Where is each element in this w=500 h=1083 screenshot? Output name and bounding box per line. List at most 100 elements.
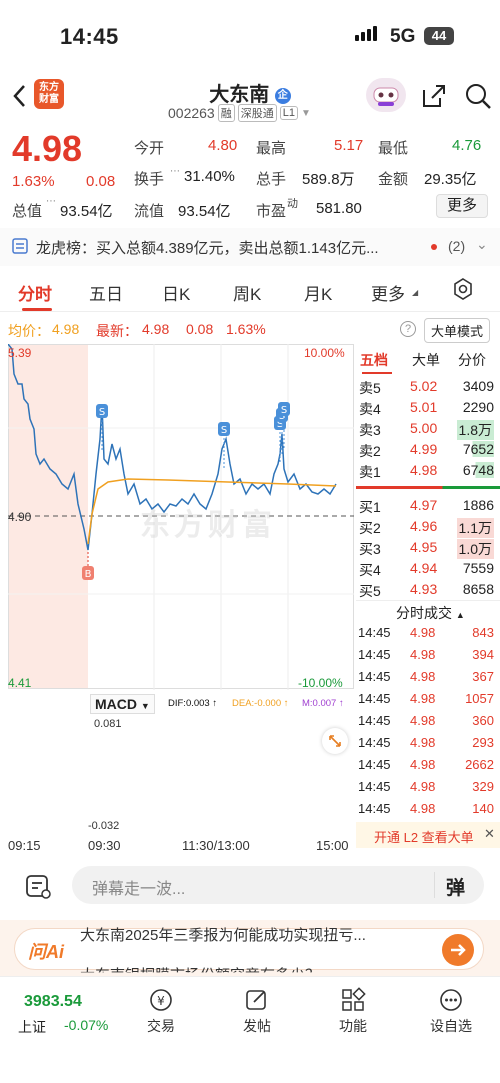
open-value: 4.80 (208, 137, 238, 154)
time-tick-close: 15:00 (316, 838, 349, 853)
nav-trade[interactable]: ¥ 交易 (126, 987, 196, 1036)
high-label: 最高 (256, 140, 287, 157)
big-order-mode-button[interactable]: 大单模式 (424, 318, 491, 343)
ask-ai-label[interactable]: 问Ai (28, 938, 64, 964)
ask-row[interactable]: 卖4 5.01 2290 (356, 397, 500, 418)
bid-row[interactable]: 买1 4.97 1886 (356, 495, 500, 516)
ai-news-bar[interactable]: 问Ai 大东南2025年三季报为何能成功实现扭亏... 大东南银桐膜市场份额究竟… (0, 920, 500, 976)
tab-daily-k[interactable]: 日K (162, 280, 190, 305)
trades-title[interactable]: 分时成交 ▲ (396, 603, 465, 623)
connect-tag: 深股通 (237, 104, 277, 122)
network-label: 5G (390, 26, 416, 47)
ask-row[interactable]: 卖1 4.98 6748 (356, 460, 500, 481)
y-axis-bottom: 4.41 (8, 676, 32, 690)
expand-icon[interactable] (322, 728, 348, 754)
index-name: 上证 (18, 1019, 46, 1035)
ask-row[interactable]: 卖2 4.99 7652 (356, 439, 500, 460)
help-icon[interactable]: ? (400, 321, 416, 337)
trade-row: 14:45 4.98 1057 (358, 691, 494, 706)
y-axis-mid: 4.90 (8, 510, 32, 524)
latest-label: 最新： (96, 323, 138, 339)
tab-weekly-k[interactable]: 周K (233, 280, 261, 305)
tab-five-day[interactable]: 五日 (89, 280, 123, 305)
macd-dea: DEA:-0.000 ↑ (232, 698, 289, 709)
dragon-tiger-bar[interactable]: 龙虎榜：买入总额4.389亿元，卖出总额1.143亿元... (2) ⌄ (0, 228, 500, 266)
float-label: 流值 (134, 203, 165, 220)
signal-icon (355, 26, 377, 41)
ask-row[interactable]: 卖3 5.00 1.8万 (356, 418, 500, 440)
nav-watchlist[interactable]: 设自选 (416, 987, 486, 1036)
macd-selector[interactable]: MACD ▼ (90, 694, 155, 714)
bid-row[interactable]: 买3 4.95 1.0万 (356, 537, 500, 559)
tab-monthly-k[interactable]: 月K (304, 280, 332, 305)
robot-avatar[interactable] (366, 78, 406, 112)
pct-axis-bottom: -10.00% (298, 676, 343, 690)
amount-label: 金额 (378, 171, 409, 188)
trade-row: 14:45 4.98 367 (358, 669, 494, 684)
latest-change: 0.08 (186, 321, 214, 337)
change-amt: 0.08 (86, 173, 116, 190)
index-value[interactable]: 3983.54 (24, 993, 82, 1011)
battery-icon: 44 (424, 27, 454, 45)
tab-price-dist[interactable]: 分价 (458, 350, 486, 370)
stock-code: 002263 (168, 105, 215, 121)
macd-top-value: 0.081 (94, 718, 122, 730)
trade-row: 14:45 4.98 329 (358, 779, 494, 794)
info-icon: ⋯ (170, 166, 180, 177)
sell-marker-label: S (99, 407, 105, 418)
dragon-tiger-count: (2) (448, 238, 466, 254)
tab-five-levels[interactable]: 五档 (360, 350, 388, 370)
buy-marker-label: B (85, 569, 92, 580)
watermark: 东方财富 (140, 509, 276, 542)
danmu-input[interactable]: 弹幕走一波... 弹 (72, 866, 484, 904)
macd-bottom-value: -0.032 (88, 820, 120, 832)
danmu-toggle-button[interactable]: 弹 (446, 873, 465, 900)
volume-label: 总手 (256, 171, 287, 188)
trade-row: 14:45 4.98 140 (358, 801, 494, 816)
settings-icon[interactable] (452, 278, 474, 300)
chevron-down-icon[interactable]: ▼ (301, 108, 311, 119)
search-icon[interactable] (464, 82, 492, 110)
index-change: -0.07% (64, 1017, 109, 1033)
trade-row: 14:45 4.98 360 (358, 713, 494, 728)
float-value: 93.54亿 (178, 203, 231, 220)
tab-more[interactable]: 更多 (371, 280, 405, 305)
high-value: 5.17 (334, 137, 364, 154)
avg-label: 均价： (8, 323, 50, 339)
enterprise-badge: 企 (274, 87, 291, 104)
low-label: 最低 (378, 140, 409, 157)
divider (356, 600, 500, 601)
bid-row[interactable]: 买5 4.93 8658 (356, 579, 500, 600)
active-tab-indicator (22, 308, 52, 311)
trade-row: 14:45 4.98 2662 (358, 757, 494, 772)
sell-marker-label: S (221, 425, 227, 436)
ask-row[interactable]: 卖5 5.02 3409 (356, 376, 500, 397)
turnover-label: 换手 (134, 171, 165, 188)
sell-marker-label: S (281, 405, 287, 416)
latest-pct: 1.63% (226, 321, 266, 337)
share-icon[interactable] (420, 82, 448, 110)
last-price: 4.98 (12, 128, 83, 169)
tab-intraday[interactable]: 分时 (18, 280, 52, 305)
pe-label: 市盈 (256, 203, 287, 220)
list-icon (12, 238, 28, 254)
latest-value: 4.98 (142, 321, 170, 337)
chevron-down-icon: ⌄ (476, 236, 488, 252)
low-value: 4.76 (452, 137, 482, 154)
pe-value: 581.80 (316, 200, 362, 217)
avg-value: 4.98 (52, 321, 80, 337)
bottom-nav: 3983.54 上证 -0.07% ¥ 交易 发帖 功能 设自选 (0, 976, 500, 1083)
compose-icon[interactable] (24, 872, 52, 900)
nav-post[interactable]: 发帖 (222, 987, 292, 1036)
tab-big-orders[interactable]: 大单 (412, 350, 440, 370)
bid-row[interactable]: 买2 4.96 1.1万 (356, 516, 500, 538)
danmu-placeholder: 弹幕走一波... (92, 881, 186, 898)
bid-row[interactable]: 买4 4.94 7559 (356, 558, 500, 579)
arrow-right-icon[interactable] (442, 934, 474, 966)
more-button[interactable]: 更多 (436, 194, 488, 218)
nav-functions[interactable]: 功能 (318, 987, 388, 1036)
time-tick-0930: 09:30 (88, 838, 121, 853)
l2-upgrade-banner[interactable]: 开通 L2 查看大单 ✕ (356, 822, 500, 848)
price-summary-row: 均价： 4.98 最新： 4.98 0.08 1.63% ? 大单模式 (0, 318, 500, 344)
close-icon[interactable]: ✕ (484, 826, 495, 842)
